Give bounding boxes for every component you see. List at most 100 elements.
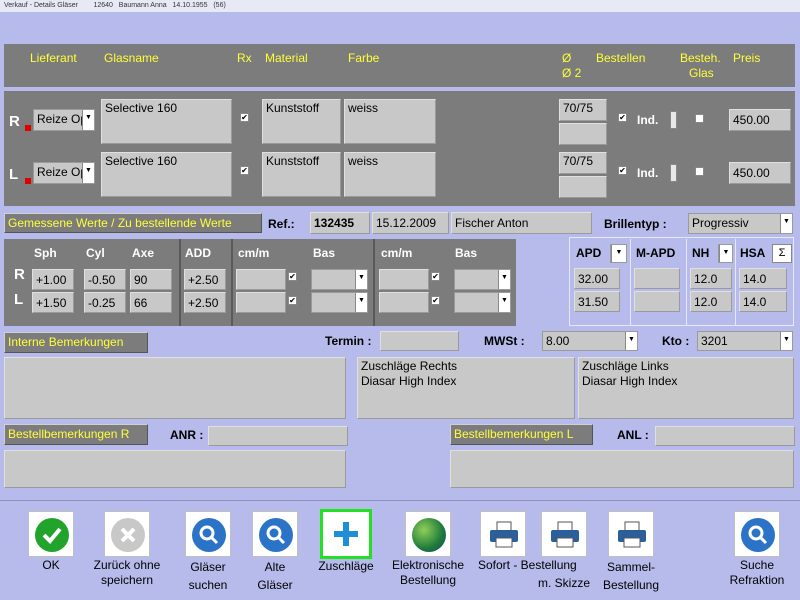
ok-button-image[interactable] bbox=[28, 511, 74, 557]
chevron-down-icon[interactable]: ▼ bbox=[780, 332, 792, 350]
left-farbe-field[interactable]: weiss bbox=[344, 152, 436, 197]
chevron-down-icon[interactable]: ▼ bbox=[625, 332, 637, 350]
search-refraction-button[interactable]: Suche Refraktion bbox=[730, 511, 784, 591]
right-rx-checkbox[interactable]: ✔ bbox=[240, 113, 249, 122]
left-ind-slider[interactable] bbox=[670, 164, 677, 182]
rx-r-prism-l[interactable] bbox=[379, 269, 429, 290]
ref-field[interactable]: 132435 bbox=[310, 212, 370, 234]
pd-r-nh[interactable]: 12.0 bbox=[690, 268, 732, 289]
left-material-field[interactable]: Kunststoff bbox=[262, 152, 341, 197]
collective-order-image[interactable] bbox=[608, 511, 654, 557]
brillentyp-select[interactable]: Progressiv ▼ bbox=[688, 213, 793, 234]
surcharges-image[interactable] bbox=[320, 509, 372, 559]
chevron-down-icon[interactable]: ▼ bbox=[355, 293, 367, 312]
rx-r-cyl[interactable]: -0.50 bbox=[84, 269, 126, 290]
right-glasname-field[interactable]: Selective 160 bbox=[101, 99, 232, 144]
order-notes-l-textarea[interactable] bbox=[450, 450, 794, 488]
nh-select[interactable]: ▼ bbox=[718, 244, 733, 263]
search-glasses-button[interactable]: Gläser suchen bbox=[185, 511, 231, 592]
rx-l-sph[interactable]: +1.50 bbox=[32, 292, 74, 313]
rx-l-cyl[interactable]: -0.25 bbox=[84, 292, 126, 313]
rx-l-axe[interactable]: 66 bbox=[130, 292, 172, 313]
left-preis-field[interactable]: 450.00 bbox=[729, 162, 791, 184]
chevron-down-icon[interactable]: ▼ bbox=[611, 245, 626, 262]
right-diameter-field[interactable]: 70/75 bbox=[559, 99, 607, 121]
rx-r-axe[interactable]: 90 bbox=[130, 269, 172, 290]
sketch-order-image[interactable] bbox=[541, 511, 587, 557]
pd-r-hsa[interactable]: 14.0 bbox=[739, 268, 787, 289]
left-glasname-field[interactable]: Selective 160 bbox=[101, 152, 232, 197]
pd-l-mapd[interactable] bbox=[634, 291, 680, 312]
sigma-button[interactable]: Σ bbox=[772, 244, 792, 263]
sketch-order-button[interactable]: m. Skizze bbox=[538, 511, 590, 591]
right-ind-slider[interactable] bbox=[670, 111, 677, 129]
pd-r-apd[interactable]: 32.00 bbox=[574, 268, 620, 289]
immediate-order-button[interactable] bbox=[480, 511, 526, 591]
rx-r-add[interactable]: +2.50 bbox=[184, 269, 226, 290]
col-glasname: Glasname bbox=[104, 51, 159, 65]
right-diameter2-field[interactable] bbox=[559, 123, 607, 145]
rx-l-prism-l-checkbox[interactable]: ✔ bbox=[431, 296, 440, 305]
rx-r-prism-r[interactable] bbox=[236, 269, 286, 290]
left-lieferant-select[interactable]: Reize Op ▼ bbox=[33, 162, 95, 184]
cancel-button-image[interactable] bbox=[104, 511, 150, 557]
anr-field[interactable] bbox=[208, 426, 348, 446]
rx-r-base-l-select[interactable]: ▼ bbox=[454, 269, 511, 290]
search-glasses-image[interactable] bbox=[185, 511, 231, 557]
internal-notes-textarea[interactable] bbox=[4, 357, 346, 419]
kto-select[interactable]: 3201 ▼ bbox=[697, 331, 793, 351]
old-glasses-image[interactable] bbox=[252, 511, 298, 557]
zuschlaege-links-textarea[interactable]: Zuschläge Links Diasar High Index bbox=[578, 357, 794, 419]
ok-button[interactable]: OK bbox=[28, 511, 74, 581]
pd-l-hsa[interactable]: 14.0 bbox=[739, 291, 787, 312]
electronic-order-image[interactable] bbox=[405, 511, 451, 557]
chevron-down-icon[interactable]: ▼ bbox=[498, 293, 510, 312]
immediate-order-image[interactable] bbox=[480, 511, 526, 557]
right-material-field[interactable]: Kunststoff bbox=[262, 99, 341, 144]
anl-field[interactable] bbox=[655, 426, 795, 446]
rx-l-prism-r[interactable] bbox=[236, 292, 286, 313]
rx-l-add[interactable]: +2.50 bbox=[184, 292, 226, 313]
chevron-down-icon[interactable]: ▼ bbox=[719, 245, 732, 262]
pd-r-mapd[interactable] bbox=[634, 268, 680, 289]
mwst-select[interactable]: 8.00 ▼ bbox=[542, 331, 638, 351]
rx-r-prism-r-checkbox[interactable]: ✔ bbox=[288, 272, 297, 281]
rx-l-prism-l[interactable] bbox=[379, 292, 429, 313]
rx-divider-3 bbox=[373, 239, 375, 326]
ref-date-field[interactable]: 15.12.2009 bbox=[372, 212, 449, 234]
collective-order-button[interactable]: Sammel- Bestellung bbox=[603, 511, 659, 592]
old-glasses-button[interactable]: Alte Gläser bbox=[252, 511, 298, 592]
search-refraction-image[interactable] bbox=[734, 511, 780, 557]
order-notes-r-textarea[interactable] bbox=[4, 450, 346, 488]
chevron-down-icon[interactable]: ▼ bbox=[355, 270, 367, 289]
right-bestellen-checkbox[interactable]: ✔ bbox=[618, 113, 627, 122]
left-diameter2-field[interactable] bbox=[559, 176, 607, 198]
termin-field[interactable] bbox=[380, 331, 459, 351]
apd-select[interactable]: ▼ bbox=[610, 244, 627, 263]
chevron-down-icon[interactable]: ▼ bbox=[498, 270, 510, 289]
rx-l-prism-r-checkbox[interactable]: ✔ bbox=[288, 296, 297, 305]
right-besteh-glas-checkbox[interactable] bbox=[695, 114, 704, 123]
rx-r-prism-l-checkbox[interactable]: ✔ bbox=[431, 272, 440, 281]
zuschlaege-rechts-textarea[interactable]: Zuschläge Rechts Diasar High Index bbox=[357, 357, 575, 419]
right-preis-field[interactable]: 450.00 bbox=[729, 109, 791, 131]
left-bestellen-checkbox[interactable]: ✔ bbox=[618, 166, 627, 175]
left-besteh-glas-checkbox[interactable] bbox=[695, 167, 704, 176]
left-rx-checkbox[interactable]: ✔ bbox=[240, 166, 249, 175]
rx-r-sph[interactable]: +1.00 bbox=[32, 269, 74, 290]
pd-l-apd[interactable]: 31.50 bbox=[574, 291, 620, 312]
chevron-down-icon[interactable]: ▼ bbox=[82, 110, 94, 130]
chevron-down-icon[interactable]: ▼ bbox=[82, 163, 94, 183]
cancel-button[interactable]: Zurück ohne speichern bbox=[94, 511, 160, 591]
rx-l-base-r-select[interactable]: ▼ bbox=[311, 292, 368, 313]
right-farbe-field[interactable]: weiss bbox=[344, 99, 436, 144]
surcharges-button[interactable]: Zuschläge bbox=[318, 509, 374, 579]
rx-r-base-r-select[interactable]: ▼ bbox=[311, 269, 368, 290]
ref-person-field[interactable]: Fischer Anton bbox=[451, 212, 592, 234]
electronic-order-button[interactable]: Elektronische Bestellung bbox=[392, 511, 464, 591]
left-diameter-field[interactable]: 70/75 bbox=[559, 152, 607, 174]
chevron-down-icon[interactable]: ▼ bbox=[780, 214, 792, 233]
right-lieferant-select[interactable]: Reize Op ▼ bbox=[33, 109, 95, 131]
rx-l-base-l-select[interactable]: ▼ bbox=[454, 292, 511, 313]
pd-l-nh[interactable]: 12.0 bbox=[690, 291, 732, 312]
